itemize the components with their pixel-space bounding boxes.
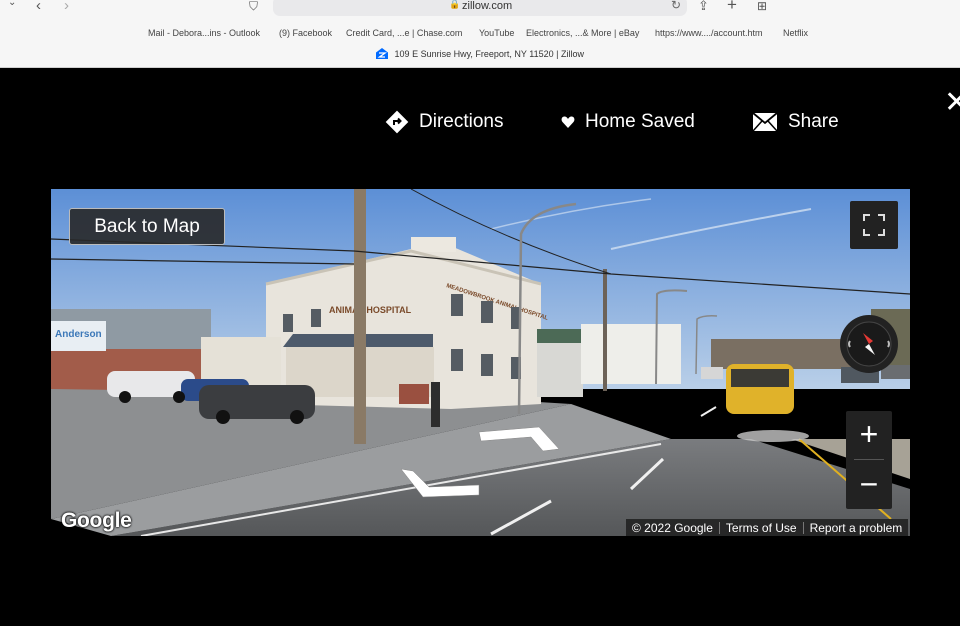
zoom-in-button[interactable]: + xyxy=(846,411,892,459)
share-icon[interactable]: ⇪ xyxy=(698,0,709,14)
copyright-text: © 2022 Google xyxy=(632,520,713,535)
streetview-footer: © 2022 Google Terms of Use Report a prob… xyxy=(626,519,909,536)
forward-icon[interactable]: › xyxy=(64,0,69,14)
terms-link[interactable]: Terms of Use xyxy=(720,521,803,535)
report-problem-link[interactable]: Report a problem xyxy=(804,521,909,535)
tab-overview-icon[interactable]: ⊞ xyxy=(757,0,767,13)
bookmark-account[interactable]: https://www..../account.htm xyxy=(655,28,763,38)
zoom-divider xyxy=(854,459,884,460)
home-saved-button[interactable]: Home Saved xyxy=(561,108,695,136)
chevron-down-icon[interactable]: ⌄ xyxy=(8,0,16,8)
streetview-modal: Directions Home Saved Share ✕ Anderson A… xyxy=(0,68,960,626)
directions-button[interactable]: Directions xyxy=(385,108,503,136)
bookmarks-bar: Mail - Debora...ins - Outlook (9) Facebo… xyxy=(0,28,960,42)
zoom-control: + − xyxy=(846,411,892,509)
compass-icon xyxy=(846,321,892,367)
heart-icon xyxy=(561,115,575,129)
new-tab-icon[interactable]: + xyxy=(727,0,737,15)
shield-icon[interactable]: ⛉ xyxy=(249,0,258,14)
back-to-map-button[interactable]: Back to Map xyxy=(69,208,225,245)
zillow-logo-icon xyxy=(376,48,389,59)
bookmark-netflix[interactable]: Netflix xyxy=(783,28,808,38)
reload-icon[interactable]: ↻ xyxy=(671,0,681,12)
bookmark-youtube[interactable]: YouTube xyxy=(479,28,514,38)
back-icon[interactable]: ‹ xyxy=(36,0,41,14)
fullscreen-button[interactable] xyxy=(850,201,898,249)
bookmark-outlook[interactable]: Mail - Debora...ins - Outlook xyxy=(148,28,260,38)
home-saved-label: Home Saved xyxy=(585,111,695,132)
tab-title-text: 109 E Sunrise Hwy, Freeport, NY 11520 | … xyxy=(394,49,584,59)
directions-icon xyxy=(385,110,409,134)
tab-title[interactable]: 109 E Sunrise Hwy, Freeport, NY 11520 | … xyxy=(0,48,960,66)
building-sign-text: ANIMAL HOSPITAL xyxy=(329,305,412,315)
fullscreen-icon xyxy=(863,214,885,236)
bookmark-chase[interactable]: Credit Card, ...e | Chase.com xyxy=(346,28,462,38)
zoom-out-button[interactable]: − xyxy=(846,461,892,509)
url-text: zillow.com xyxy=(462,0,513,12)
share-label: Share xyxy=(788,111,839,132)
envelope-icon xyxy=(752,112,778,132)
bookmark-ebay[interactable]: Electronics, ...& More | eBay xyxy=(526,28,639,38)
bookmark-facebook[interactable]: (9) Facebook xyxy=(279,28,332,38)
address-bar[interactable]: 🔒 zillow.com ↻ xyxy=(273,0,687,16)
browser-chrome: ⌄ ‹ › ⛉ 🔒 zillow.com ↻ ⇪ + ⊞ Mail - Debo… xyxy=(0,0,960,68)
browser-toolbar: ⌄ ‹ › ⛉ 🔒 zillow.com ↻ ⇪ + ⊞ xyxy=(0,0,960,16)
share-button[interactable]: Share xyxy=(752,108,839,136)
streetview-panel[interactable]: Anderson ANIMAL HOSPITAL MEADOWBROOK ANI… xyxy=(51,189,910,536)
close-icon[interactable]: ✕ xyxy=(944,88,960,118)
lock-icon: 🔒 xyxy=(449,0,461,9)
compass-button[interactable] xyxy=(840,315,898,373)
directions-label: Directions xyxy=(419,111,504,132)
google-logo: Google xyxy=(61,509,132,532)
left-sign-text: Anderson xyxy=(55,329,102,340)
